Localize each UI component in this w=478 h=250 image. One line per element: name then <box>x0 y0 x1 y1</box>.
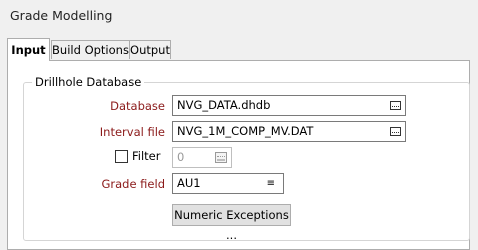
database-value: NVG_DATA.dhdb <box>177 98 271 112</box>
interval-file-label: Interval file <box>99 125 165 139</box>
tab-build-options[interactable]: Build Options <box>51 40 130 59</box>
filter-label[interactable]: Filter <box>132 149 160 163</box>
list-icon[interactable]: ≡ <box>267 179 275 189</box>
database-field[interactable]: NVG_DATA.dhdb <box>172 95 406 116</box>
group-title: Drillhole Database <box>32 75 145 89</box>
tab-output[interactable]: Output <box>129 40 171 59</box>
filter-checkbox[interactable] <box>115 150 128 163</box>
browse-icon[interactable] <box>390 101 401 110</box>
window-title: Grade Modelling <box>10 8 113 23</box>
grade-field-select[interactable]: AU1 ≡ <box>172 173 284 194</box>
interval-file-value: NVG_1M_COMP_MV.DAT <box>177 124 314 138</box>
interval-file-field[interactable]: NVG_1M_COMP_MV.DAT <box>172 121 406 142</box>
tab-input[interactable]: Input <box>7 38 50 61</box>
filter-value: 0 <box>177 150 185 164</box>
browse-icon[interactable] <box>390 127 401 136</box>
database-label: Database <box>110 99 165 113</box>
calculator-icon[interactable] <box>215 152 227 163</box>
grade-field-label: Grade field <box>101 177 165 191</box>
grade-field-value: AU1 <box>177 176 201 190</box>
numeric-exceptions-button[interactable]: Numeric Exceptions ... <box>172 204 291 242</box>
filter-field[interactable]: 0 <box>172 147 232 168</box>
